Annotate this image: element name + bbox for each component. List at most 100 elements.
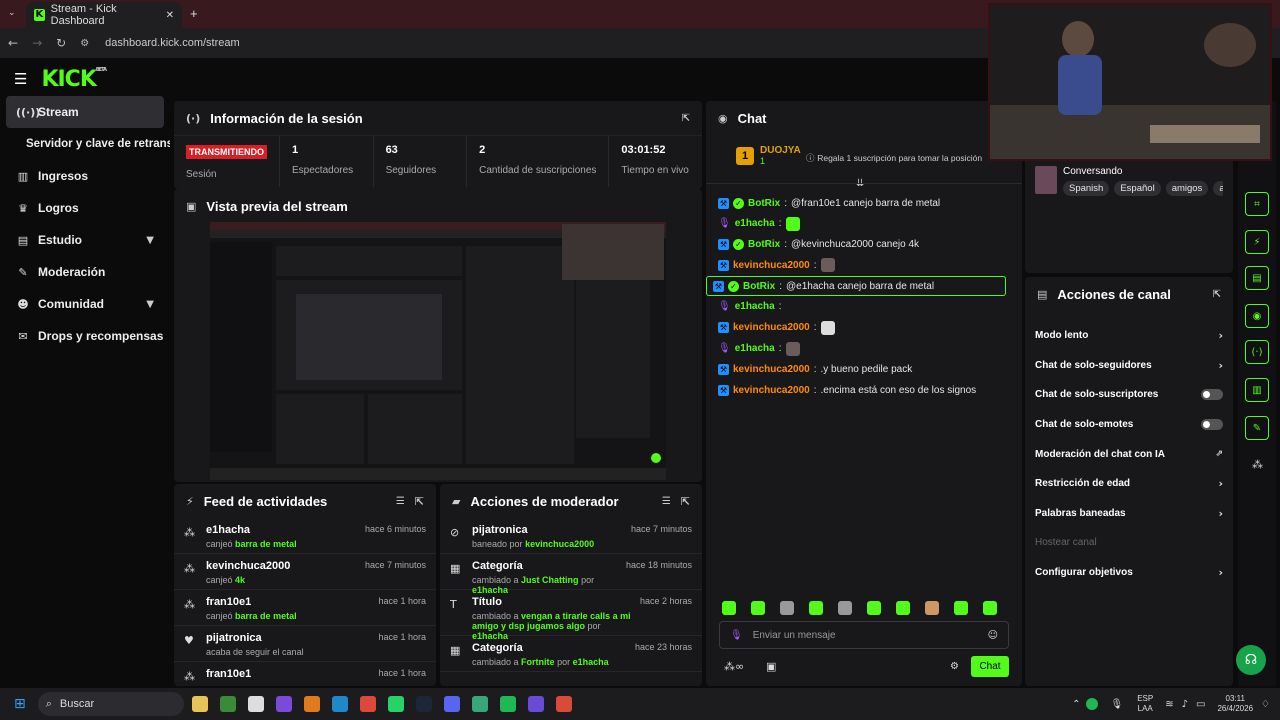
chat-message[interactable]: ⚒ kevinchuca2000: .y bueno pedile pack bbox=[712, 359, 1014, 379]
sidebar-item-logros[interactable]: ♛ Logros bbox=[0, 192, 170, 224]
xbox-icon[interactable] bbox=[219, 696, 236, 712]
emote-button[interactable] bbox=[722, 601, 736, 615]
filter-icon[interactable]: ☰ bbox=[662, 496, 671, 507]
community-icon[interactable]: ⁂ bbox=[1252, 458, 1263, 471]
settings-icon[interactable]: ⚙ bbox=[950, 661, 959, 672]
emote-button[interactable] bbox=[983, 601, 997, 615]
scan-icon[interactable]: ⌗ bbox=[1245, 192, 1269, 216]
chat-message[interactable]: ⚒ ✓ BotRix: @kevinchuca2000 canejo 4k bbox=[712, 235, 1014, 255]
action-configure-goals[interactable]: Configurar objetivos › bbox=[1025, 558, 1233, 588]
mic-tray-icon[interactable]: 🎙 bbox=[1110, 699, 1123, 710]
clock[interactable]: 03:11 26/4/2026 bbox=[1217, 694, 1253, 714]
popout-icon[interactable]: ⇱ bbox=[681, 495, 690, 508]
new-tab-icon[interactable]: + bbox=[190, 6, 198, 21]
spotify-icon[interactable] bbox=[499, 696, 516, 712]
chat-username[interactable]: e1hacha bbox=[735, 218, 775, 229]
feed-user[interactable]: e1hacha bbox=[206, 524, 357, 536]
sidebar-item-estudio[interactable]: ▤ Estudio ▼ bbox=[0, 224, 170, 256]
reload-icon[interactable]: ↻ bbox=[56, 36, 66, 50]
spotify-tray-icon[interactable] bbox=[1086, 698, 1099, 710]
forward-icon[interactable]: → bbox=[32, 36, 42, 50]
subscribers-only-toggle[interactable] bbox=[1201, 389, 1223, 401]
stream-preview-video[interactable] bbox=[210, 222, 666, 480]
mod-action-by[interactable]: e1hacha bbox=[472, 631, 508, 641]
volume-icon[interactable]: ♪ bbox=[1182, 699, 1188, 710]
points-icon[interactable]: ⁂∞ bbox=[724, 660, 744, 673]
chat-username[interactable]: kevinchuca2000 bbox=[733, 385, 810, 396]
stream-category[interactable]: Conversando bbox=[1063, 166, 1122, 177]
blender-icon[interactable] bbox=[303, 696, 320, 712]
popout-icon[interactable]: ⇱ bbox=[415, 495, 424, 508]
users-icon[interactable]: ▣ bbox=[766, 660, 776, 673]
lightning-icon[interactable]: ⚡ bbox=[1245, 230, 1269, 254]
language-indicator[interactable]: ESP LAA bbox=[1137, 694, 1153, 714]
sidebar-item-ingresos[interactable]: ▥ Ingresos bbox=[0, 160, 170, 192]
category-thumbnail[interactable] bbox=[1035, 166, 1057, 194]
windows-start-icon[interactable]: ⊞ bbox=[14, 696, 26, 712]
chat-message[interactable]: ⚒ kevinchuca2000: bbox=[712, 318, 1014, 338]
action-slow-mode[interactable]: Modo lento › bbox=[1025, 321, 1233, 351]
popout-icon[interactable]: ⇱ bbox=[1213, 289, 1221, 300]
action-banned-words[interactable]: Palabras baneadas › bbox=[1025, 499, 1233, 529]
filter-icon[interactable]: ☰ bbox=[396, 496, 405, 507]
chat-message[interactable]: ⚒ ✓ BotRix: @fran10e1 canejo barra de metal bbox=[712, 193, 1014, 213]
emote-button[interactable] bbox=[867, 601, 881, 615]
chat-username[interactable]: BotRix bbox=[743, 281, 775, 292]
action-followers-only[interactable]: Chat de solo-seguidores › bbox=[1025, 351, 1233, 381]
emote-button[interactable] bbox=[954, 601, 968, 615]
emote-button[interactable] bbox=[809, 601, 823, 615]
emotes-only-toggle[interactable] bbox=[1201, 419, 1223, 431]
store-icon[interactable] bbox=[247, 696, 264, 712]
emote-button[interactable] bbox=[751, 601, 765, 615]
tag[interactable]: amigos bbox=[1165, 181, 1209, 196]
wifi-icon[interactable]: ≋ bbox=[1165, 699, 1173, 710]
action-age-restriction[interactable]: Restricción de edad › bbox=[1025, 469, 1233, 499]
mod-action-by[interactable]: e1hacha bbox=[573, 657, 609, 667]
chat-message[interactable]: 🎙 e1hacha: bbox=[712, 214, 1014, 234]
url-field[interactable]: dashboard.kick.com/stream bbox=[105, 37, 240, 49]
chat-username[interactable]: e1hacha bbox=[735, 343, 775, 354]
tab-list-icon[interactable]: ⌄ bbox=[8, 8, 16, 18]
emote-button[interactable] bbox=[780, 601, 794, 615]
app-icon[interactable] bbox=[471, 696, 488, 712]
chat-bubble-icon[interactable]: ◉ bbox=[1245, 304, 1269, 328]
back-icon[interactable]: ← bbox=[8, 36, 18, 50]
edge-icon[interactable] bbox=[331, 696, 348, 712]
sidebar-item-stream[interactable]: ((·)) Stream bbox=[6, 96, 164, 128]
emoji-icon[interactable]: ☺ bbox=[988, 630, 998, 641]
chat-username[interactable]: kevinchuca2000 bbox=[733, 364, 810, 375]
emote-button[interactable] bbox=[925, 601, 939, 615]
sidebar-item-server-key[interactable]: Servidor y clave de retransn bbox=[0, 128, 170, 160]
mod-action-by[interactable]: e1hacha bbox=[472, 585, 508, 595]
mic-icon[interactable]: 🎙 bbox=[730, 630, 743, 641]
tray-expand-icon[interactable]: ⌃ bbox=[1072, 699, 1080, 710]
emote-button[interactable] bbox=[838, 601, 852, 615]
chat-message[interactable]: ⚒ kevinchuca2000: bbox=[712, 255, 1014, 275]
chat-message[interactable]: 🎙 e1hacha: bbox=[712, 297, 1014, 317]
notifications-icon[interactable]: ♢ bbox=[1261, 699, 1270, 710]
layout-icon[interactable]: ▥ bbox=[1245, 378, 1269, 402]
file-explorer-icon[interactable] bbox=[191, 696, 208, 712]
top-gifter-card[interactable]: 1 DUOJYA 1 bbox=[736, 145, 801, 166]
taskbar-search[interactable]: ⌕ Buscar bbox=[37, 692, 184, 716]
wrench-icon[interactable]: ✎ bbox=[1245, 416, 1269, 440]
obs-icon[interactable] bbox=[527, 696, 544, 712]
gift-cta[interactable]: ⓘ Regala 1 suscripción para tomar la pos… bbox=[806, 152, 982, 164]
mod-action-by[interactable]: kevinchuca2000 bbox=[525, 539, 594, 549]
tag[interactable]: Spanish bbox=[1063, 181, 1110, 196]
feed-user[interactable]: fran10e1 bbox=[206, 596, 370, 608]
whatsapp-icon[interactable] bbox=[387, 696, 404, 712]
chrome-icon[interactable] bbox=[359, 696, 376, 712]
browser-tab[interactable]: K Stream - Kick Dashboard ✕ bbox=[26, 2, 182, 28]
tag[interactable]: Español bbox=[1114, 181, 1161, 196]
discord-icon[interactable] bbox=[443, 696, 460, 712]
chrome-icon[interactable] bbox=[555, 696, 572, 712]
sidebar-item-drops[interactable]: ✉ Drops y recompensas bbox=[0, 320, 170, 352]
tag[interactable]: a bbox=[1213, 181, 1223, 196]
document-icon[interactable]: ▤ bbox=[1245, 266, 1269, 290]
site-info-icon[interactable]: ⚙ bbox=[80, 38, 89, 49]
chat-username[interactable]: kevinchuca2000 bbox=[733, 322, 810, 333]
popout-icon[interactable]: ⇱ bbox=[682, 113, 690, 124]
kick-logo[interactable]: KICKBETA bbox=[41, 67, 107, 92]
chat-message-highlighted[interactable]: ⚒ ✓ BotRix: @e1hacha canejo barra de metal bbox=[706, 276, 1006, 297]
